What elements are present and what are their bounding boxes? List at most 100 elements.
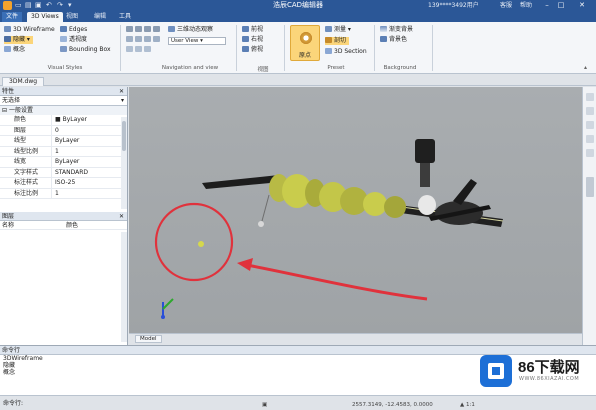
document-tab[interactable]: 3DM.dwg xyxy=(2,77,45,86)
edges-button[interactable]: Edges xyxy=(60,26,87,34)
brand-name: 86下载网 xyxy=(518,359,580,376)
bounding-box-label: Bounding Box xyxy=(69,46,111,53)
hidden-style-button[interactable]: 隐藏 ▾ xyxy=(4,36,33,44)
orbit-icon[interactable] xyxy=(586,121,594,129)
close-pane-icon[interactable]: ✕ xyxy=(119,87,124,96)
properties-scrollbar[interactable] xyxy=(121,117,127,209)
scroll-thumb[interactable] xyxy=(586,177,594,197)
property-value[interactable]: ByLayer xyxy=(52,157,127,167)
nav-icon-row-3[interactable] xyxy=(126,46,153,54)
3d-orbit-icon xyxy=(168,26,175,32)
zoom-out-icon xyxy=(144,36,151,42)
ribbon-collapse-icon[interactable]: ▴ xyxy=(584,64,587,72)
zoom-icon[interactable] xyxy=(586,107,594,115)
top-connector xyxy=(420,163,430,187)
property-value[interactable]: 0 xyxy=(52,126,127,136)
origin-button[interactable]: 原点 xyxy=(290,25,320,61)
top-view-label: 俯视 xyxy=(251,46,264,53)
space-station-model[interactable] xyxy=(202,139,504,227)
section-cut-icon xyxy=(325,37,332,43)
watermark: 86下载网 WWW.86XIAZAI.COM xyxy=(480,352,594,392)
tab-file[interactable]: 文件 xyxy=(2,12,23,22)
bounding-box-button[interactable]: Bounding Box xyxy=(60,46,111,54)
property-value[interactable]: ByLayer xyxy=(52,136,127,146)
measure-button[interactable]: 测量 ▾ xyxy=(325,26,351,34)
nav-icon-row-2[interactable] xyxy=(126,36,162,44)
conceptual-button[interactable]: 概念 xyxy=(4,46,25,54)
property-row[interactable]: 线型 ByLayer xyxy=(0,136,127,147)
hidden-style-icon xyxy=(4,36,11,42)
property-row[interactable]: 线宽 ByLayer xyxy=(0,157,127,168)
general-section-label: 一般设置 xyxy=(8,107,33,114)
front-view-icon xyxy=(242,26,249,32)
tab-3d-views[interactable]: 3D Views xyxy=(27,12,63,22)
property-row[interactable]: 颜色 ■ ByLayer xyxy=(0,115,127,126)
property-value[interactable]: 1 xyxy=(52,147,127,157)
customer-service-link[interactable]: 客服 xyxy=(500,1,512,10)
close-pane-icon[interactable]: ✕ xyxy=(119,212,124,221)
model-tab[interactable]: Model xyxy=(135,335,162,343)
selection-dropdown[interactable]: 无选择 ▾ xyxy=(0,96,127,106)
viewport-canvas xyxy=(154,139,504,319)
property-row[interactable]: 文字样式 STANDARD xyxy=(0,167,127,178)
layers-scrollbar[interactable] xyxy=(121,232,127,342)
column-name[interactable]: 名称 xyxy=(0,221,64,229)
status-toggle-icon[interactable]: ▣ xyxy=(262,402,267,408)
column-color[interactable]: 颜色 xyxy=(64,221,78,229)
highlight-dot xyxy=(198,241,204,247)
background-color-button[interactable]: 背景色 xyxy=(380,36,407,44)
property-value[interactable]: ■ ByLayer xyxy=(52,115,127,125)
coordinate-readout: 2557.3149, -12.4583, 0.0000 xyxy=(352,402,433,408)
bounding-box-icon xyxy=(60,46,67,52)
gear-icon xyxy=(299,31,313,45)
right-view-button[interactable]: 右视 xyxy=(242,36,263,44)
showmotion-icon[interactable] xyxy=(586,149,594,157)
property-row[interactable]: 标注比例 1 xyxy=(0,188,127,199)
property-row[interactable]: 标注样式 ISO-25 xyxy=(0,178,127,189)
scrollbar-thumb[interactable] xyxy=(122,121,126,151)
user-account[interactable]: 139****3492用户 xyxy=(428,1,479,10)
front-view-button[interactable]: 前视 xyxy=(242,26,263,34)
zoom-extents-icon xyxy=(153,26,160,32)
views-group-label: 视图 xyxy=(257,67,269,73)
close-icon[interactable]: ✕ xyxy=(568,0,596,11)
section-cut-button[interactable]: 剖切 xyxy=(325,37,350,45)
nav-icon-row-1[interactable] xyxy=(126,26,162,34)
tab-tools[interactable]: 工具 xyxy=(115,12,135,22)
property-value[interactable]: STANDARD xyxy=(52,168,127,178)
wireframe-button[interactable]: 3D Wireframe xyxy=(4,26,55,34)
wireframe-icon xyxy=(4,26,11,32)
top-module xyxy=(415,139,435,163)
properties-header: 特性 ✕ xyxy=(0,87,127,96)
tab-edit[interactable]: 编辑 xyxy=(90,12,110,22)
3d-orbit-button[interactable]: 三维动态观察 xyxy=(168,26,213,34)
general-section[interactable]: ⊟ 一般设置 xyxy=(0,106,127,115)
ucs-axis-icon xyxy=(161,298,174,319)
extents-icon[interactable] xyxy=(586,135,594,143)
gradient-background-button[interactable]: 渐变背景 xyxy=(380,26,413,34)
layers-columns: 名称 颜色 xyxy=(0,221,127,230)
property-key: 文字样式 xyxy=(0,167,52,177)
property-value[interactable]: 1 xyxy=(52,189,127,199)
edges-icon xyxy=(60,26,67,32)
property-row[interactable]: 线型比例 1 xyxy=(0,146,127,157)
command-prompt-label[interactable]: 命令行: xyxy=(3,398,23,407)
pan-icon[interactable] xyxy=(586,93,594,101)
brand-url: WWW.86XIAZAI.COM xyxy=(519,376,580,382)
maximize-icon[interactable]: □ xyxy=(554,0,568,11)
property-row[interactable]: 图层 0 xyxy=(0,125,127,136)
property-key: 图层 xyxy=(0,125,52,135)
3d-section-button[interactable]: 3D Section xyxy=(325,48,367,56)
3d-viewport[interactable] xyxy=(129,87,582,333)
scale-indicator[interactable]: ▲ 1:1 xyxy=(460,402,475,408)
annotation-arrow xyxy=(246,263,428,301)
transparency-button[interactable]: 透视度 xyxy=(60,36,87,44)
properties-table: 颜色 ■ ByLayer 图层 0 线型 ByLayer 线型比例 1 线宽 ByLayer 文字样… xyxy=(0,115,127,199)
help-link[interactable]: 帮助 xyxy=(520,1,532,10)
property-value[interactable]: ISO-25 xyxy=(52,178,127,188)
user-view-dropdown[interactable]: User View ▾ xyxy=(168,37,226,45)
properties-panel: 特性 ✕ 无选择 ▾ ⊟ 一般设置 颜色 ■ ByLayer 图层 0 线型 ByLaye… xyxy=(0,87,128,345)
tab-view[interactable]: 视图 xyxy=(62,12,82,22)
top-view-button[interactable]: 俯视 xyxy=(242,46,263,54)
minimize-icon[interactable]: – xyxy=(540,0,554,11)
